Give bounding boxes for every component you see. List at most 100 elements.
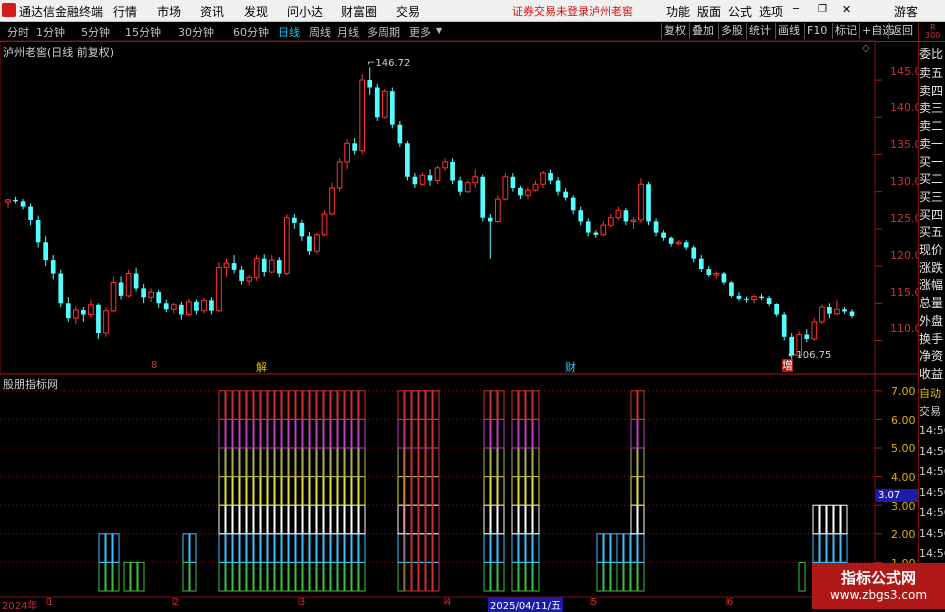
indicator-bar-segment [323,504,331,535]
indicator-bar-segment [630,504,638,535]
indicator-bar-segment [281,561,289,592]
event-marker-unlock[interactable]: 解 [256,359,267,375]
indicator-bar-segment [637,390,645,420]
indicator-bar-segment [497,447,505,478]
candle-body [434,167,441,182]
indicator-bar-segment [309,476,317,506]
price-tick-135: 135.0 [890,138,922,151]
indicator-red-column [404,390,412,592]
indicator-bar-segment [309,447,317,478]
x-label-mar: 3 [299,597,306,608]
x-label-jun: 6 [727,597,734,608]
event-marker-finance[interactable]: 财 [565,359,576,375]
candle-body [623,210,629,222]
indicator-bar-segment [274,476,282,506]
candle-body [608,217,614,226]
indicator-bar-segment [525,476,533,506]
indicator-bar-segment [330,533,338,563]
candle-body [231,263,237,270]
indicator-bar-segment [267,418,275,449]
indicator-bar-segment [98,533,106,563]
indicator-bar-segment [840,504,848,535]
quote-trade-label[interactable]: 交易 [919,402,945,421]
candle-body [314,234,320,252]
quote-label: 卖四 [919,81,945,100]
candle-body [661,232,666,238]
right-panel-mini-300: 300 [925,31,941,40]
candle-body [540,172,546,185]
indicator-bar-segment [404,447,412,478]
candle-body [510,176,516,188]
candle-body [20,201,26,207]
indicator-bar-segment [518,390,526,420]
indicator-bar-segment [425,476,433,506]
x-label-2024: 2024年 [2,601,38,612]
indicator-bar-segment [239,447,247,478]
candle-body [5,199,11,203]
indicator-bar-segment [225,476,233,506]
indicator-bar-segment [246,447,254,478]
indicator-bar-segment [337,561,345,592]
indicator-bar-segment [511,561,519,592]
indicator-bar-segment [316,533,324,563]
indicator-bar-segment [288,504,296,535]
indicator-bar-segment [253,476,261,506]
indicator-tick-7: 7.00 [891,385,916,398]
indicator-bar-segment [253,561,261,592]
time-axis [0,597,875,609]
indicator-bar-segment [267,504,275,535]
indicator-bar-segment [98,561,106,592]
indicator-bar-segment [260,390,268,420]
candle-body [578,210,584,222]
indicator-bar-segment [253,390,261,420]
candle-body [283,217,290,275]
indicator-bar-segment [316,447,324,478]
main-panel-frame [0,40,876,375]
indicator-bar-segment [288,418,296,449]
candle-body [442,161,448,169]
quote-label: 买四 [919,205,945,224]
event-marker-8[interactable]: 8 [151,360,157,371]
indicator-bar-segment [253,533,261,563]
quote-label: 买三 [919,187,945,206]
indicator-bar-segment [225,447,233,478]
indicator-bar-segment [344,504,352,535]
indicator-bar-segment [497,561,505,592]
indicator-bar-segment [246,418,254,449]
indicator-bar-segment [232,476,240,506]
kline-chart[interactable] [0,0,945,609]
candle-body [412,176,418,185]
candle-body [525,189,531,196]
indicator-bar-segment [404,476,412,506]
indicator-bar-segment [812,533,820,563]
indicator-bar-segment [239,504,247,535]
candle-body [713,273,720,276]
indicator-bar-segment [418,418,426,449]
candle-body [381,90,388,118]
candle-body [397,124,403,144]
indicator-bar-segment [189,533,197,563]
candle-body [419,174,426,185]
indicator-bar-segment [182,561,190,592]
candle-body [374,87,380,118]
quote-label: 涨跌 [919,258,945,277]
candle-body [502,176,509,200]
indicator-bar-segment [344,390,352,420]
indicator-bar-segment [637,533,645,563]
indicator-bar-segment [518,533,526,563]
indicator-bar-segment [309,390,317,420]
quote-auto-label[interactable]: 自动 [919,384,945,403]
indicator-bar-segment [483,418,491,449]
indicator-bar-segment [404,504,412,535]
candle-body [834,308,840,315]
candle-body [292,217,297,223]
indicator-tick-5: 5.00 [891,442,916,455]
indicator-bar-segment [288,561,296,592]
indicator-bar-segment [218,418,226,449]
indicator-bar-segment [274,447,282,478]
indicator-bar-segment [432,418,440,449]
indicator-bar-segment [483,533,491,563]
candle-body [336,161,343,189]
indicator-bar-segment [295,418,303,449]
indicator-bar-segment [418,447,426,478]
